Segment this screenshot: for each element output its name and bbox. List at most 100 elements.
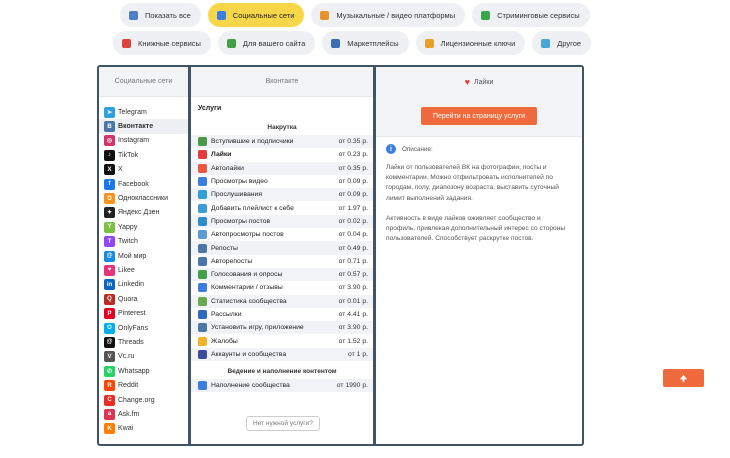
filter-chip-label: Для вашего сайта: [242, 38, 306, 48]
service-price: от 0.09 р.: [338, 191, 368, 199]
filter-chip[interactable]: Книжные сервисы: [113, 31, 211, 55]
network-item-label: Change.org: [118, 396, 155, 404]
filter-chip[interactable]: Для вашего сайта: [217, 31, 316, 55]
network-item[interactable]: ◎ Instagram: [99, 134, 188, 148]
network-item[interactable]: О Одноклассники: [99, 191, 188, 205]
network-item[interactable]: O OnlyFans: [99, 321, 188, 335]
detail-title: Лайки: [473, 78, 494, 86]
service-row[interactable]: Просмотры постов от 0.02 р.: [191, 214, 373, 229]
filter-chip-label: Другое: [557, 38, 582, 48]
filter-chip-label: Лицензионные ключи: [440, 38, 516, 48]
network-item-label: Whatsapp: [118, 367, 150, 375]
service-row[interactable]: Установить игру, приложение от 3.90 р.: [191, 321, 373, 335]
filter-chip[interactable]: Маркетплейсы: [322, 31, 409, 55]
service-price: от 1990 р.: [336, 382, 368, 390]
network-item-label: Vc.ru: [118, 353, 135, 361]
service-row[interactable]: Вступившие и подписчики от 0.35 р.: [191, 135, 373, 149]
service-row[interactable]: Жалобы от 1.52 р.: [191, 334, 373, 347]
service-row[interactable]: Автолайки от 0.35 р.: [191, 161, 373, 175]
services-panel-title: Вконтакте: [191, 67, 373, 97]
service-row[interactable]: Репосты от 0.49 р.: [191, 241, 373, 255]
network-item[interactable]: in Linkedin: [99, 278, 188, 292]
filter-chip[interactable]: Социальные сети: [207, 3, 305, 27]
network-item[interactable]: R Reddit: [99, 378, 188, 392]
network-item[interactable]: f Facebook: [99, 177, 188, 191]
network-item[interactable]: C Change.org: [99, 393, 188, 407]
vcru-icon: V: [104, 351, 115, 363]
scroll-top-button[interactable]: [663, 369, 704, 387]
service-row[interactable]: Добавить плейлист к себе от 1.97 р.: [191, 201, 373, 214]
network-item[interactable]: ♪ TikTok: [99, 148, 188, 162]
app-icon: [198, 323, 207, 333]
filter-chip[interactable]: Показать все: [120, 3, 201, 27]
network-item[interactable]: @ Threads: [99, 335, 188, 349]
threads-icon: @: [104, 336, 115, 348]
tiktok-icon: ♪: [104, 149, 115, 161]
detail-action-area: Перейти на страницу услуги: [376, 97, 582, 137]
service-price: от 0.57 р.: [338, 271, 368, 279]
network-item[interactable]: В Вконтакте: [99, 119, 188, 134]
service-row[interactable]: Статистика сообщества от 0.01 р.: [191, 294, 373, 308]
ok-icon: О: [104, 193, 115, 205]
detail-header: ♥ Лайки: [376, 67, 582, 97]
service-label: Жалобы: [211, 337, 238, 345]
network-item[interactable]: a Ask.fm: [99, 407, 188, 421]
service-row[interactable]: Голосования и опросы от 0.57 р.: [191, 267, 373, 282]
network-item-label: Instagram: [118, 137, 150, 145]
network-item[interactable]: XX: [99, 163, 188, 177]
network-item-label: Twitch: [118, 238, 138, 246]
filter-chip[interactable]: Другое: [532, 31, 592, 55]
filter-chip-label: Маркетплейсы: [347, 38, 399, 48]
service-row[interactable]: Аккаунты и сообщества от 1 р.: [191, 347, 373, 362]
listen-icon: [198, 190, 207, 200]
auto-share-icon: [198, 256, 207, 266]
filter-chip-label: Стриминговые сервисы: [497, 10, 580, 20]
filter-chip[interactable]: Стриминговые сервисы: [472, 3, 590, 27]
no-service-button[interactable]: Нет нужной услуги?: [246, 416, 320, 431]
service-price: от 0.35 р.: [338, 138, 368, 146]
network-item[interactable]: @ Мой мир: [99, 249, 188, 263]
description-label: i Описание:: [376, 137, 582, 154]
filter-chip[interactable]: Лицензионные ключи: [415, 31, 526, 55]
description-paragraph-2: Активность в виде лайков оживляет сообще…: [386, 214, 566, 243]
askfm-icon: a: [104, 408, 115, 420]
service-row[interactable]: Комментарии / отзывы от 3.90 р.: [191, 281, 373, 294]
network-item[interactable]: T Twitch: [99, 235, 188, 249]
description-label-text: Описание:: [402, 145, 433, 153]
network-item[interactable]: Q Quora: [99, 292, 188, 306]
network-item[interactable]: ➤ Telegram: [99, 105, 188, 119]
detail-panel: ♥ Лайки Перейти на страницу услуги i Опи…: [374, 65, 584, 446]
service-row[interactable]: Наполнение сообщества от 1990 р.: [191, 379, 373, 393]
filter-row-2: Книжные сервисы Для вашего сайта Маркетпле…: [113, 31, 592, 55]
network-item[interactable]: K Kwai: [99, 422, 188, 436]
service-price: от 0.04 р.: [338, 231, 368, 239]
accounts-icon: [198, 349, 207, 359]
service-label: Добавить плейлист к себе: [211, 204, 294, 212]
moymir-icon: @: [104, 250, 115, 262]
service-price: от 1 р.: [348, 350, 368, 358]
yappy-icon: Y: [104, 221, 115, 233]
service-row[interactable]: Рассылки от 4.41 р.: [191, 308, 373, 321]
service-row[interactable]: Просмотры видео от 0.09 р.: [191, 175, 373, 188]
networks-list: ➤ Telegram В Вконтакте ◎ Instagram ♪ TikTok X Xf F…: [99, 97, 188, 436]
share-icon: [198, 243, 207, 253]
filter-chip[interactable]: Музыкальные / видео платформы: [311, 3, 466, 27]
network-item-label: Quora: [118, 295, 138, 303]
network-item[interactable]: ♥ Likee: [99, 263, 188, 277]
go-to-service-button[interactable]: Перейти на страницу услуги: [420, 107, 538, 125]
network-item[interactable]: Y Yappy: [99, 220, 188, 234]
subscribers-icon: [198, 137, 207, 147]
likee-icon: ♥: [104, 264, 115, 276]
network-item[interactable]: P Pinterest: [99, 306, 188, 320]
service-price: от 0.71 р.: [338, 257, 368, 265]
network-item[interactable]: ✆ Whatsapp: [99, 364, 188, 378]
network-item-label: Одноклассники: [118, 195, 169, 203]
network-item-label: Яндекс Дзен: [118, 209, 160, 217]
share-icon: [128, 10, 139, 21]
network-item[interactable]: V Vc.ru: [99, 350, 188, 364]
service-row[interactable]: Лайки от 0.23 р.: [191, 148, 373, 161]
service-row[interactable]: Прослушивания от 0.09 р.: [191, 188, 373, 202]
network-item[interactable]: ✦ Яндекс Дзен: [99, 206, 188, 220]
service-row[interactable]: Автопросмотры постов от 0.04 р.: [191, 228, 373, 241]
service-row[interactable]: Авторепосты от 0.71 р.: [191, 255, 373, 268]
